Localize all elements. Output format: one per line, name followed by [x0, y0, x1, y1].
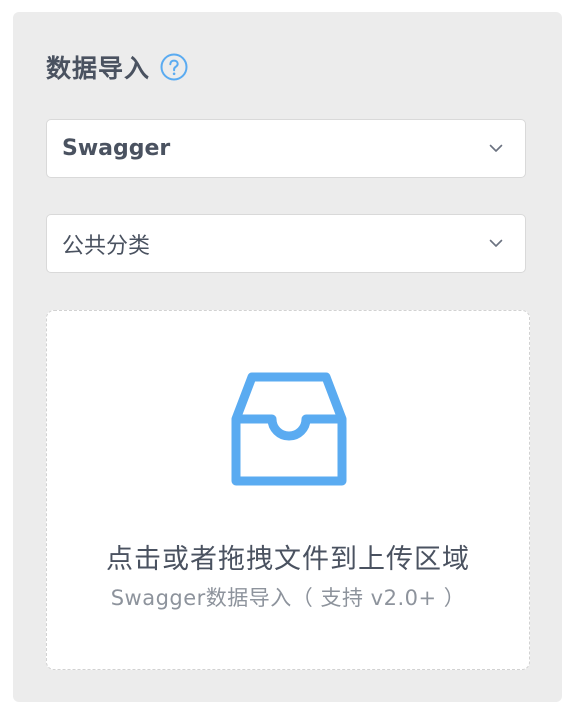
upload-hint: Swagger数据导入（ 支持 v2.0+ ） — [110, 586, 466, 610]
inbox-icon — [231, 372, 347, 486]
chevron-down-icon — [489, 239, 503, 247]
category-value: 公共分类 — [62, 233, 151, 259]
chevron-down-icon — [489, 144, 503, 152]
data-import-panel: 数据导入 Swagger 公共分类 点击或者拖拽文件到上传区域 Swagger数… — [13, 12, 562, 702]
question-circle-icon[interactable] — [160, 53, 188, 81]
category-select[interactable]: 公共分类 — [46, 214, 526, 273]
upload-dropzone[interactable]: 点击或者拖拽文件到上传区域 Swagger数据导入（ 支持 v2.0+ ） — [46, 310, 530, 670]
import-type-select[interactable]: Swagger — [46, 119, 526, 178]
panel-heading: 数据导入 — [46, 50, 188, 84]
panel-title: 数据导入 — [46, 54, 151, 83]
import-type-value: Swagger — [62, 136, 171, 161]
upload-instruction: 点击或者拖拽文件到上传区域 — [106, 544, 470, 575]
